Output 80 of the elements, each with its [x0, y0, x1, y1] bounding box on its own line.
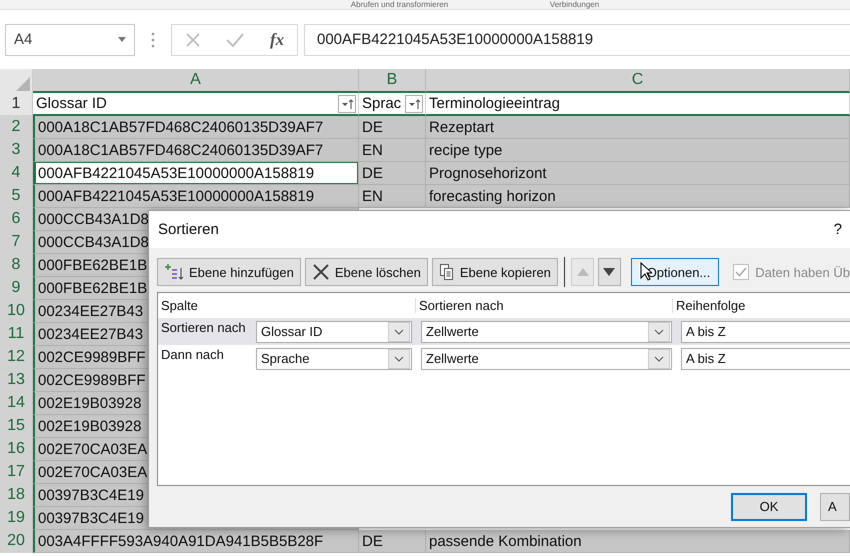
- checkmark-icon: [735, 267, 748, 277]
- row-header[interactable]: 12: [0, 346, 33, 369]
- row-header[interactable]: 15: [0, 415, 33, 438]
- copy-icon: [438, 263, 455, 281]
- move-down-button[interactable]: [598, 258, 621, 286]
- insert-function-button[interactable]: fx: [270, 30, 284, 50]
- chevron-down-icon: [394, 356, 404, 362]
- row-header[interactable]: 19: [0, 507, 33, 530]
- table-cell: 000AFB4221045A53E10000000A158819: [33, 162, 359, 185]
- row-header[interactable]: 14: [0, 392, 33, 415]
- ribbon-group-label: Abrufen und transformieren: [350, 0, 448, 9]
- table-cell: 003A4FFFF593A940A91DA941B5B5B28F: [33, 530, 359, 553]
- table-cell: DE: [359, 116, 426, 139]
- help-button[interactable]: ?: [834, 221, 842, 238]
- sort-add-icon: [164, 263, 184, 281]
- row-header[interactable]: 16: [0, 438, 33, 461]
- order-dropdown[interactable]: A bis Z: [681, 320, 850, 342]
- column-dropdown[interactable]: Glossar ID: [256, 320, 412, 342]
- row-header[interactable]: 8: [0, 254, 33, 277]
- filter-button[interactable]: [405, 94, 423, 112]
- table-cell: forecasting horizon: [426, 185, 850, 208]
- toolbar-button[interactable]: Ebene löschen: [304, 258, 428, 286]
- row-header[interactable]: 13: [0, 369, 33, 392]
- ribbon-group-label: Verbindungen: [550, 0, 600, 9]
- column-header[interactable]: B: [359, 69, 426, 93]
- sort-on-dropdown[interactable]: Zellwerte: [421, 348, 672, 370]
- row-header[interactable]: 6: [0, 208, 33, 231]
- table-cell: DE: [359, 162, 426, 185]
- column-dropdown[interactable]: Sprache: [256, 348, 412, 370]
- filter-button[interactable]: [338, 94, 356, 112]
- chevron-down-icon: [654, 328, 664, 334]
- sort-on-dropdown[interactable]: Zellwerte: [421, 320, 672, 342]
- column-heading: Spalte: [158, 298, 416, 313]
- table-cell: recipe type: [426, 139, 850, 162]
- table-cell: passende Kombination: [426, 530, 850, 553]
- row-header[interactable]: 18: [0, 484, 33, 507]
- row-header[interactable]: 17: [0, 461, 33, 484]
- table-cell: 000AFB4221045A53E10000000A158819: [33, 185, 359, 208]
- table-cell: DE: [359, 530, 426, 553]
- column-heading: Sortieren nach: [416, 298, 673, 313]
- chevron-down-icon: [394, 328, 404, 334]
- row-header[interactable]: 5: [0, 185, 33, 208]
- column-heading: Reihenfolge: [675, 298, 746, 313]
- table-cell: Prognosehorizont: [426, 162, 850, 185]
- table-cell: EN: [359, 139, 426, 162]
- table-cell: Glossar ID: [33, 93, 359, 116]
- dialog-button[interactable]: A: [820, 492, 850, 520]
- row-header[interactable]: 3: [0, 139, 33, 162]
- order-dropdown[interactable]: A bis Z: [681, 348, 850, 370]
- formula-input[interactable]: 000AFB4221045A53E10000000A158819: [304, 24, 850, 56]
- triangle-up-icon: [576, 268, 589, 276]
- table-cell: EN: [359, 185, 426, 208]
- table-cell: Rezeptart: [426, 116, 850, 139]
- table-cell: 000A18C1AB57FD468C24060135D39AF7: [33, 139, 359, 162]
- row-header[interactable]: 7: [0, 231, 33, 254]
- chevron-down-icon: [654, 356, 664, 362]
- table-cell: Terminologieeintrag: [426, 93, 850, 116]
- caret-icon: [118, 37, 126, 42]
- triangle-down-icon: [603, 268, 616, 276]
- select-all-icon[interactable]: [16, 77, 30, 91]
- row-header[interactable]: 9: [0, 277, 33, 300]
- column-header[interactable]: A: [33, 69, 359, 93]
- cancel-icon[interactable]: [184, 32, 201, 48]
- row-header[interactable]: 10: [0, 300, 33, 323]
- name-box[interactable]: A4: [5, 24, 135, 56]
- row-header[interactable]: 4: [0, 162, 33, 185]
- row-header[interactable]: 20: [0, 530, 33, 553]
- row-header[interactable]: 2: [0, 116, 33, 139]
- toolbar-button[interactable]: Ebene kopieren: [432, 258, 558, 286]
- dialog-button[interactable]: OK: [731, 492, 807, 520]
- table-cell: Sprac: [359, 93, 426, 116]
- column-header[interactable]: C: [426, 69, 850, 93]
- check-icon[interactable]: [226, 32, 244, 46]
- toolbar-button[interactable]: Ebene hinzufügen: [157, 258, 301, 286]
- row-header[interactable]: 1: [0, 93, 33, 116]
- table-cell: 000A18C1AB57FD468C24060135D39AF7: [33, 116, 359, 139]
- row-header[interactable]: 11: [0, 323, 33, 346]
- delete-icon: [312, 263, 330, 281]
- drag-handle-icon[interactable]: [151, 30, 155, 48]
- sort-level-row[interactable]: Sortieren nach Glossar ID Zellwerte A bis Z: [158, 318, 850, 345]
